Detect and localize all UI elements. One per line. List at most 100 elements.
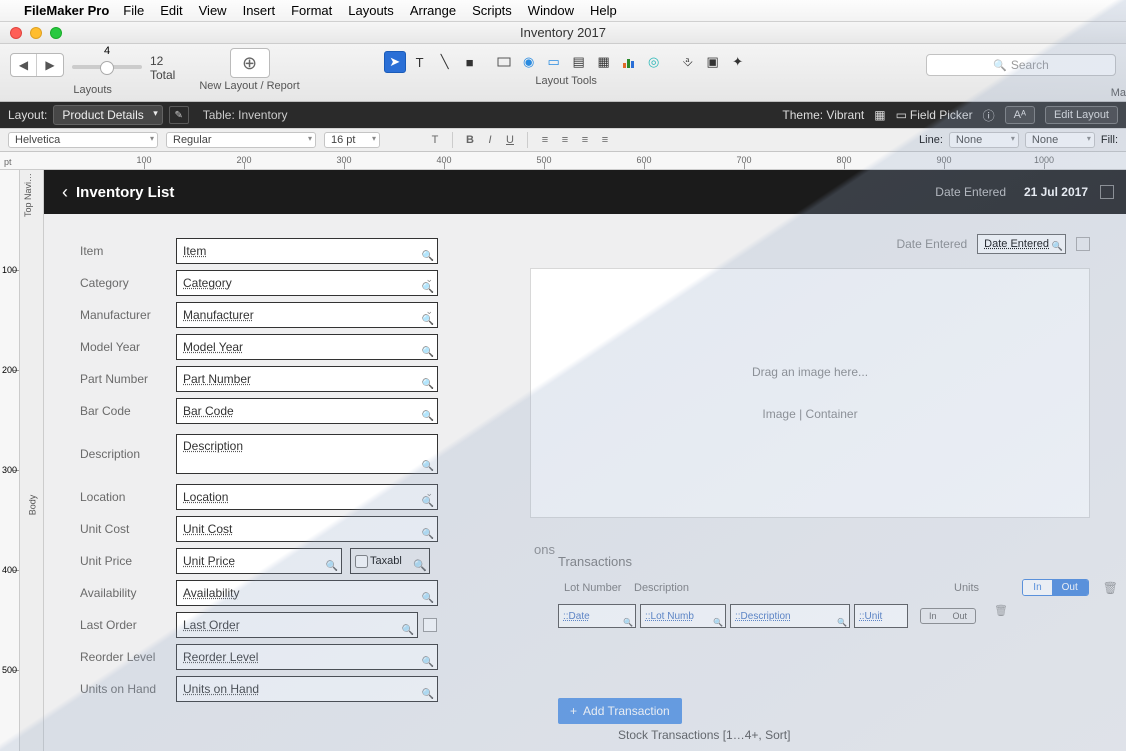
location-label: Location — [80, 490, 176, 504]
fill-label: Fill: — [1101, 134, 1118, 146]
menu-file[interactable]: File — [123, 3, 144, 18]
search-input[interactable]: Search — [926, 54, 1116, 76]
window-titlebar: Inventory 2017 — [0, 22, 1126, 44]
calendar-icon[interactable] — [423, 618, 437, 632]
size-selector[interactable]: 16 pt — [324, 132, 380, 148]
align-justify-icon[interactable]: ≡ — [596, 132, 614, 148]
availability-label: Availability — [80, 586, 176, 600]
layout-slider[interactable]: 4 — [72, 59, 142, 71]
menu-window[interactable]: Window — [528, 3, 574, 18]
font-selector[interactable]: Helvetica — [8, 132, 158, 148]
part-labels: Top Navi… Body — [20, 170, 44, 751]
portal-tool-icon[interactable]: ▣ — [702, 51, 724, 73]
pointer-tool-icon[interactable]: ➤ — [384, 51, 406, 73]
theme-icon[interactable]: ▦ — [874, 108, 885, 122]
rect-tool-icon[interactable]: ■ — [459, 51, 481, 73]
layout-bar: Layout: Product Details ✎ Table: Invento… — [0, 102, 1126, 128]
button-tool-icon[interactable]: ◉ — [518, 51, 540, 73]
webview-tool-icon[interactable]: ◎ — [643, 51, 665, 73]
menu-layouts[interactable]: Layouts — [348, 3, 394, 18]
trans-lot-field[interactable]: ::Lot Numb🔍 — [640, 604, 726, 628]
menu-arrange[interactable]: Arrange — [410, 3, 456, 18]
item-field[interactable]: Item🔍 — [176, 238, 438, 264]
layout-selector[interactable]: Product Details — [53, 105, 162, 125]
layout-label: Layout: — [8, 108, 47, 122]
trans-date-field[interactable]: ::Date🔍 — [558, 604, 636, 628]
lastorder-field[interactable]: Last Order🔍 — [176, 612, 418, 638]
magic-tool-icon[interactable]: ✦ — [727, 51, 749, 73]
bold-button[interactable]: B — [461, 132, 479, 148]
add-transaction-button[interactable]: + Add Transaction — [558, 698, 682, 724]
buttonbar-tool-icon[interactable]: ▭ — [543, 51, 565, 73]
menu-format[interactable]: Format — [291, 3, 332, 18]
align-center-icon[interactable]: ≡ — [556, 132, 574, 148]
trans-unit-field[interactable]: ::Unit — [854, 604, 908, 628]
slide-tool-icon[interactable]: ▦ — [593, 51, 615, 73]
layout-tools-group: ➤ T ╲ ■ ◉ ▭ ▤ ▦ ◎ ⎀ ▣ ✦ Layout Tools — [384, 48, 749, 87]
menu-insert[interactable]: Insert — [243, 3, 276, 18]
window-title: Inventory 2017 — [0, 25, 1126, 40]
weight-selector[interactable]: Regular — [166, 132, 316, 148]
category-field[interactable]: Category⌄🔍 — [176, 270, 438, 296]
text-tool-icon[interactable]: T — [409, 51, 431, 73]
align-right-icon[interactable]: ≡ — [576, 132, 594, 148]
new-layout-button[interactable]: ⊕ — [230, 48, 270, 78]
line-style-selector[interactable]: None — [949, 132, 1019, 148]
availability-field[interactable]: Availability🔍 — [176, 580, 438, 606]
format-painter-icon[interactable]: ⎀ — [677, 51, 699, 73]
unitsonhand-field[interactable]: Units on Hand🔍 — [176, 676, 438, 702]
trash-icon[interactable]: 🗑 — [1103, 581, 1118, 595]
field-tool-icon[interactable] — [493, 51, 515, 73]
line-width-selector[interactable]: None — [1025, 132, 1095, 148]
layout-header: ‹ Inventory List Date Entered 21 Jul 201… — [44, 170, 1126, 214]
next-layout-button[interactable]: ▶ — [37, 54, 63, 76]
inout-toggle[interactable]: InOut — [1022, 579, 1088, 596]
date-entered-value: 21 Jul 2017 — [1024, 185, 1088, 199]
barcode-field[interactable]: Bar Code🔍 — [176, 398, 438, 424]
main-toolbar: ◀ ▶ 4 12 Total Layouts ⊕ New Layout / Re… — [0, 44, 1126, 102]
layout-canvas[interactable]: ‹ Inventory List Date Entered 21 Jul 201… — [44, 170, 1126, 751]
edit-layout-button[interactable]: Edit Layout — [1045, 106, 1118, 124]
location-field[interactable]: Location⌄🔍 — [176, 484, 438, 510]
app-name[interactable]: FileMaker Pro — [24, 3, 109, 18]
date-entered-field[interactable]: Date Entered🔍 — [977, 234, 1066, 254]
info-icon[interactable]: ⓘ — [983, 107, 995, 124]
pencil-icon[interactable]: ✎ — [169, 106, 189, 124]
chart-tool-icon[interactable] — [618, 51, 640, 73]
transactions-portal: ons Transactions Lot Number Description … — [558, 554, 1118, 742]
unitprice-field[interactable]: Unit Price🔍 — [176, 548, 342, 574]
barcode-label: Bar Code — [80, 404, 176, 418]
tab-tool-icon[interactable]: ▤ — [568, 51, 590, 73]
line-tool-icon[interactable]: ╲ — [434, 51, 456, 73]
image-container-field[interactable]: Drag an image here... Image | Container — [530, 268, 1090, 518]
reorder-field[interactable]: Reorder Level🔍 — [176, 644, 438, 670]
container-label: Image | Container — [762, 407, 857, 421]
layout-body: Item Item🔍 Category Category⌄🔍 Manufactu… — [44, 214, 1126, 751]
menu-scripts[interactable]: Scripts — [472, 3, 512, 18]
description-field[interactable]: Description🔍 — [176, 434, 438, 474]
col-desc: Description — [628, 582, 788, 594]
menu-view[interactable]: View — [199, 3, 227, 18]
taxable-checkbox[interactable]: Taxabl🔍 — [350, 548, 430, 574]
align-left-icon[interactable]: ≡ — [536, 132, 554, 148]
aa-button[interactable]: Aᴬ — [1005, 106, 1035, 124]
trans-desc-field[interactable]: ::Description🔍 — [730, 604, 850, 628]
unitcost-field[interactable]: Unit Cost🔍 — [176, 516, 438, 542]
layout-number: 4 — [72, 45, 142, 57]
partnumber-field[interactable]: Part Number🔍 — [176, 366, 438, 392]
menu-help[interactable]: Help — [590, 3, 617, 18]
row-trash-icon[interactable]: 🗑 — [994, 604, 1008, 628]
back-chevron-icon[interactable]: ‹ — [62, 182, 68, 203]
row-inout-toggle[interactable]: InOut — [920, 608, 976, 624]
menu-edit[interactable]: Edit — [160, 3, 182, 18]
calendar-icon[interactable] — [1076, 237, 1090, 251]
right-panel: Date Entered Date Entered🔍 Drag an image… — [530, 234, 1090, 518]
italic-button[interactable]: I — [481, 132, 499, 148]
text-color-icon[interactable]: T — [426, 132, 444, 148]
manufacturer-field[interactable]: Manufacturer⌄🔍 — [176, 302, 438, 328]
prev-layout-button[interactable]: ◀ — [11, 54, 37, 76]
field-picker-button[interactable]: ▭ Field Picker — [896, 108, 973, 122]
modelyear-label: Model Year — [80, 340, 176, 354]
modelyear-field[interactable]: Model Year🔍 — [176, 334, 438, 360]
underline-button[interactable]: U — [501, 132, 519, 148]
